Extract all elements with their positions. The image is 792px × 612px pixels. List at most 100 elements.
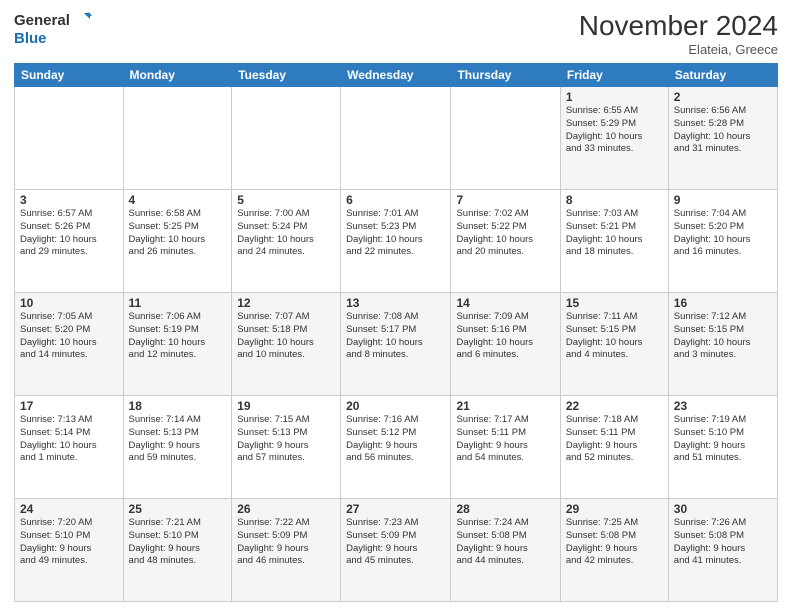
day-info: Sunrise: 7:18 AM Sunset: 5:11 PM Dayligh… <box>566 414 663 465</box>
day-number: 11 <box>129 296 227 310</box>
day-info: Sunrise: 7:04 AM Sunset: 5:20 PM Dayligh… <box>674 208 772 259</box>
week-row-1: 1Sunrise: 6:55 AM Sunset: 5:29 PM Daylig… <box>15 87 778 190</box>
week-row-3: 10Sunrise: 7:05 AM Sunset: 5:20 PM Dayli… <box>15 293 778 396</box>
day-cell: 8Sunrise: 7:03 AM Sunset: 5:21 PM Daylig… <box>560 190 668 293</box>
header-saturday: Saturday <box>668 64 777 87</box>
day-number: 7 <box>456 193 554 207</box>
day-info: Sunrise: 7:16 AM Sunset: 5:12 PM Dayligh… <box>346 414 445 465</box>
day-number: 3 <box>20 193 118 207</box>
day-info: Sunrise: 7:26 AM Sunset: 5:08 PM Dayligh… <box>674 517 772 568</box>
day-number: 22 <box>566 399 663 413</box>
day-info: Sunrise: 7:12 AM Sunset: 5:15 PM Dayligh… <box>674 311 772 362</box>
day-number: 4 <box>129 193 227 207</box>
day-number: 10 <box>20 296 118 310</box>
logo-general: General <box>14 12 70 29</box>
day-cell: 13Sunrise: 7:08 AM Sunset: 5:17 PM Dayli… <box>341 293 451 396</box>
day-cell: 25Sunrise: 7:21 AM Sunset: 5:10 PM Dayli… <box>123 499 232 602</box>
day-cell: 27Sunrise: 7:23 AM Sunset: 5:09 PM Dayli… <box>341 499 451 602</box>
day-info: Sunrise: 7:13 AM Sunset: 5:14 PM Dayligh… <box>20 414 118 465</box>
day-info: Sunrise: 7:06 AM Sunset: 5:19 PM Dayligh… <box>129 311 227 362</box>
day-info: Sunrise: 7:14 AM Sunset: 5:13 PM Dayligh… <box>129 414 227 465</box>
calendar-header-row: Sunday Monday Tuesday Wednesday Thursday… <box>15 64 778 87</box>
day-info: Sunrise: 7:22 AM Sunset: 5:09 PM Dayligh… <box>237 517 335 568</box>
day-info: Sunrise: 6:55 AM Sunset: 5:29 PM Dayligh… <box>566 105 663 156</box>
day-cell <box>451 87 560 190</box>
day-cell: 21Sunrise: 7:17 AM Sunset: 5:11 PM Dayli… <box>451 396 560 499</box>
day-number: 29 <box>566 502 663 516</box>
day-cell: 20Sunrise: 7:16 AM Sunset: 5:12 PM Dayli… <box>341 396 451 499</box>
day-number: 26 <box>237 502 335 516</box>
day-cell: 10Sunrise: 7:05 AM Sunset: 5:20 PM Dayli… <box>15 293 124 396</box>
day-info: Sunrise: 7:07 AM Sunset: 5:18 PM Dayligh… <box>237 311 335 362</box>
logo: General Blue <box>14 10 92 47</box>
day-cell <box>232 87 341 190</box>
day-cell: 5Sunrise: 7:00 AM Sunset: 5:24 PM Daylig… <box>232 190 341 293</box>
day-cell: 2Sunrise: 6:56 AM Sunset: 5:28 PM Daylig… <box>668 87 777 190</box>
day-cell: 24Sunrise: 7:20 AM Sunset: 5:10 PM Dayli… <box>15 499 124 602</box>
day-cell: 29Sunrise: 7:25 AM Sunset: 5:08 PM Dayli… <box>560 499 668 602</box>
day-info: Sunrise: 7:23 AM Sunset: 5:09 PM Dayligh… <box>346 517 445 568</box>
day-info: Sunrise: 7:25 AM Sunset: 5:08 PM Dayligh… <box>566 517 663 568</box>
day-cell: 28Sunrise: 7:24 AM Sunset: 5:08 PM Dayli… <box>451 499 560 602</box>
day-cell: 14Sunrise: 7:09 AM Sunset: 5:16 PM Dayli… <box>451 293 560 396</box>
day-number: 28 <box>456 502 554 516</box>
day-number: 23 <box>674 399 772 413</box>
day-cell: 30Sunrise: 7:26 AM Sunset: 5:08 PM Dayli… <box>668 499 777 602</box>
day-cell: 22Sunrise: 7:18 AM Sunset: 5:11 PM Dayli… <box>560 396 668 499</box>
day-info: Sunrise: 6:58 AM Sunset: 5:25 PM Dayligh… <box>129 208 227 259</box>
day-cell <box>341 87 451 190</box>
day-info: Sunrise: 7:11 AM Sunset: 5:15 PM Dayligh… <box>566 311 663 362</box>
day-info: Sunrise: 7:19 AM Sunset: 5:10 PM Dayligh… <box>674 414 772 465</box>
header-tuesday: Tuesday <box>232 64 341 87</box>
title-section: November 2024 Elateia, Greece <box>579 10 778 57</box>
day-cell <box>123 87 232 190</box>
day-number: 24 <box>20 502 118 516</box>
day-info: Sunrise: 7:17 AM Sunset: 5:11 PM Dayligh… <box>456 414 554 465</box>
day-info: Sunrise: 7:01 AM Sunset: 5:23 PM Dayligh… <box>346 208 445 259</box>
day-cell: 17Sunrise: 7:13 AM Sunset: 5:14 PM Dayli… <box>15 396 124 499</box>
day-info: Sunrise: 7:09 AM Sunset: 5:16 PM Dayligh… <box>456 311 554 362</box>
day-number: 14 <box>456 296 554 310</box>
header-sunday: Sunday <box>15 64 124 87</box>
day-cell: 16Sunrise: 7:12 AM Sunset: 5:15 PM Dayli… <box>668 293 777 396</box>
day-number: 16 <box>674 296 772 310</box>
day-cell: 3Sunrise: 6:57 AM Sunset: 5:26 PM Daylig… <box>15 190 124 293</box>
day-number: 25 <box>129 502 227 516</box>
day-cell: 18Sunrise: 7:14 AM Sunset: 5:13 PM Dayli… <box>123 396 232 499</box>
day-cell: 12Sunrise: 7:07 AM Sunset: 5:18 PM Dayli… <box>232 293 341 396</box>
day-cell: 26Sunrise: 7:22 AM Sunset: 5:09 PM Dayli… <box>232 499 341 602</box>
week-row-2: 3Sunrise: 6:57 AM Sunset: 5:26 PM Daylig… <box>15 190 778 293</box>
day-cell: 23Sunrise: 7:19 AM Sunset: 5:10 PM Dayli… <box>668 396 777 499</box>
day-number: 19 <box>237 399 335 413</box>
day-cell: 4Sunrise: 6:58 AM Sunset: 5:25 PM Daylig… <box>123 190 232 293</box>
week-row-5: 24Sunrise: 7:20 AM Sunset: 5:10 PM Dayli… <box>15 499 778 602</box>
day-number: 20 <box>346 399 445 413</box>
day-info: Sunrise: 7:21 AM Sunset: 5:10 PM Dayligh… <box>129 517 227 568</box>
day-number: 1 <box>566 90 663 104</box>
header-friday: Friday <box>560 64 668 87</box>
logo-bird-icon <box>72 10 92 30</box>
day-info: Sunrise: 7:02 AM Sunset: 5:22 PM Dayligh… <box>456 208 554 259</box>
day-number: 6 <box>346 193 445 207</box>
day-info: Sunrise: 7:20 AM Sunset: 5:10 PM Dayligh… <box>20 517 118 568</box>
day-info: Sunrise: 7:05 AM Sunset: 5:20 PM Dayligh… <box>20 311 118 362</box>
day-info: Sunrise: 7:24 AM Sunset: 5:08 PM Dayligh… <box>456 517 554 568</box>
day-cell: 19Sunrise: 7:15 AM Sunset: 5:13 PM Dayli… <box>232 396 341 499</box>
day-number: 30 <box>674 502 772 516</box>
day-cell: 11Sunrise: 7:06 AM Sunset: 5:19 PM Dayli… <box>123 293 232 396</box>
calendar-table: Sunday Monday Tuesday Wednesday Thursday… <box>14 63 778 602</box>
location: Elateia, Greece <box>579 42 778 57</box>
day-info: Sunrise: 7:15 AM Sunset: 5:13 PM Dayligh… <box>237 414 335 465</box>
day-number: 17 <box>20 399 118 413</box>
header-monday: Monday <box>123 64 232 87</box>
day-cell: 15Sunrise: 7:11 AM Sunset: 5:15 PM Dayli… <box>560 293 668 396</box>
day-number: 5 <box>237 193 335 207</box>
header-thursday: Thursday <box>451 64 560 87</box>
day-number: 13 <box>346 296 445 310</box>
day-info: Sunrise: 7:08 AM Sunset: 5:17 PM Dayligh… <box>346 311 445 362</box>
day-number: 2 <box>674 90 772 104</box>
month-title: November 2024 <box>579 10 778 42</box>
logo-blue: Blue <box>14 30 47 47</box>
day-info: Sunrise: 7:03 AM Sunset: 5:21 PM Dayligh… <box>566 208 663 259</box>
day-number: 8 <box>566 193 663 207</box>
